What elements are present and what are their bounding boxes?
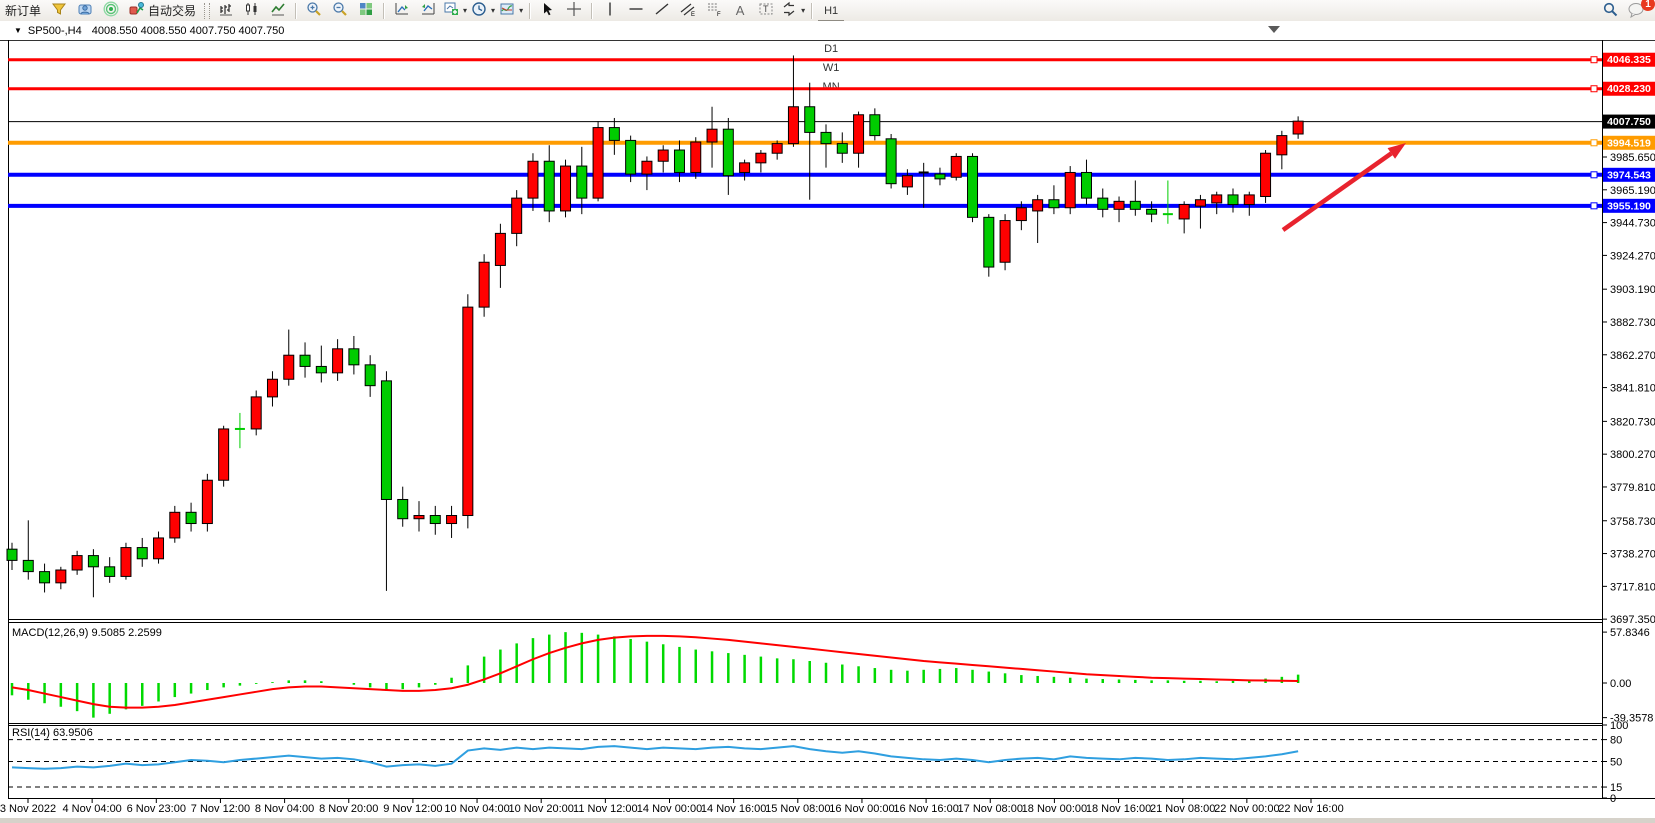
time-axis-label: 8 Nov 20:00 <box>319 803 378 815</box>
svg-text:3955.190: 3955.190 <box>1607 200 1651 212</box>
chart-frames <box>0 40 1655 799</box>
time-axis-label: 22 Nov 16:00 <box>1278 803 1343 815</box>
rsi-panel[interactable]: 1008050150 <box>8 720 1628 805</box>
svg-text:3779.810: 3779.810 <box>1610 482 1655 494</box>
time-axis-label: 18 Nov 16:00 <box>1086 803 1151 815</box>
svg-text:3985.650: 3985.650 <box>1610 152 1655 164</box>
svg-text:100: 100 <box>1610 720 1628 732</box>
chart-plot-area[interactable]: 4046.335 4028.230 4007.750 3994.519 3974.543… <box>0 0 1655 823</box>
svg-text:3738.270: 3738.270 <box>1610 549 1655 561</box>
svg-text:0: 0 <box>1610 793 1616 805</box>
time-axis-label: 16 Nov 00:00 <box>829 803 894 815</box>
svg-text:3994.519: 3994.519 <box>1607 137 1651 149</box>
svg-text:80: 80 <box>1610 735 1622 747</box>
window-bottom-edge <box>0 818 1655 823</box>
time-axis-label: 11 Nov 12:00 <box>573 803 638 815</box>
time-axis-label: 22 Nov 00:00 <box>1214 803 1279 815</box>
svg-text:4046.335: 4046.335 <box>1607 54 1651 66</box>
svg-text:3717.810: 3717.810 <box>1610 581 1655 593</box>
svg-text:3944.730: 3944.730 <box>1610 218 1655 230</box>
svg-text:4028.230: 4028.230 <box>1607 83 1651 95</box>
hline-end-marker[interactable] <box>1591 86 1597 92</box>
svg-text:3758.730: 3758.730 <box>1610 516 1655 528</box>
time-axis-label: 21 Nov 08:00 <box>1150 803 1215 815</box>
time-axis[interactable]: 3 Nov 2022 4 Nov 04:00 6 Nov 23:00 7 Nov 12… <box>0 798 1344 815</box>
time-axis-label: 18 Nov 00:00 <box>1022 803 1087 815</box>
svg-text:3800.270: 3800.270 <box>1610 449 1655 461</box>
time-axis-label: 9 Nov 12:00 <box>383 803 442 815</box>
time-axis-label: 3 Nov 2022 <box>0 803 56 815</box>
hline-end-marker[interactable] <box>1591 140 1597 146</box>
time-axis-label: 7 Nov 12:00 <box>191 803 250 815</box>
hline-end-marker[interactable] <box>1591 172 1597 178</box>
price-axis[interactable]: 3985.650 3965.190 3944.730 3924.270 3903.190… <box>1602 152 1655 626</box>
candles-group <box>7 55 1303 597</box>
rsi-indicator-label: RSI(14) 63.9506 <box>12 727 93 739</box>
svg-text:57.8346: 57.8346 <box>1610 627 1650 639</box>
time-axis-label: 14 Nov 16:00 <box>701 803 766 815</box>
svg-text:3820.730: 3820.730 <box>1610 416 1655 428</box>
time-axis-label: 14 Nov 00:00 <box>637 803 702 815</box>
macd-panel[interactable]: 57.83460.00-39.3578 <box>12 627 1653 725</box>
rsi-line <box>12 746 1298 769</box>
time-axis-label: 15 Nov 08:00 <box>765 803 830 815</box>
svg-text:0.00: 0.00 <box>1610 678 1631 690</box>
trading-terminal-window: 新订单 自动交易 <box>0 0 1655 823</box>
time-axis-label: 17 Nov 08:00 <box>958 803 1023 815</box>
svg-text:3882.730: 3882.730 <box>1610 317 1655 329</box>
time-axis-label: 10 Nov 20:00 <box>508 803 573 815</box>
macd-signal-line <box>12 636 1298 708</box>
hline-end-marker[interactable] <box>1591 203 1597 209</box>
svg-text:3924.270: 3924.270 <box>1610 250 1655 262</box>
time-axis-label: 16 Nov 16:00 <box>893 803 958 815</box>
hline-end-marker[interactable] <box>1591 57 1597 63</box>
time-axis-label: 8 Nov 04:00 <box>255 803 314 815</box>
svg-text:50: 50 <box>1610 757 1622 769</box>
svg-text:3965.190: 3965.190 <box>1610 185 1655 197</box>
time-axis-label: 10 Nov 04:00 <box>444 803 509 815</box>
svg-text:3974.543: 3974.543 <box>1607 169 1651 181</box>
time-axis-label: 4 Nov 04:00 <box>62 803 121 815</box>
svg-text:3841.810: 3841.810 <box>1610 383 1655 395</box>
svg-text:3903.190: 3903.190 <box>1610 284 1655 296</box>
svg-text:3862.270: 3862.270 <box>1610 350 1655 362</box>
time-axis-label: 6 Nov 23:00 <box>127 803 186 815</box>
svg-text:3697.350: 3697.350 <box>1610 614 1655 626</box>
trend-arrow[interactable] <box>1283 143 1406 230</box>
macd-indicator-label: MACD(12,26,9) 9.5085 2.2599 <box>12 627 162 639</box>
svg-text:4007.750: 4007.750 <box>1607 116 1651 128</box>
